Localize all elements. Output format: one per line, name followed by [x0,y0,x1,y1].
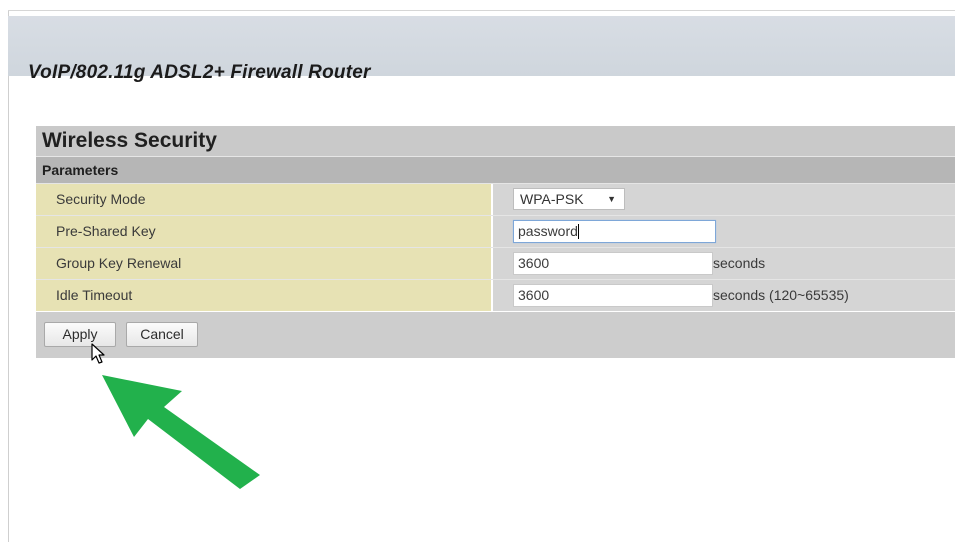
text-caret [577,224,579,239]
idle-timeout-unit: seconds (120~65535) [713,287,849,303]
group-key-renewal-input[interactable]: 3600 [513,252,713,275]
idle-timeout-cell: 3600 seconds (120~65535) [493,280,955,311]
group-key-renewal-cell: 3600 seconds [493,248,955,279]
idle-timeout-label: Idle Timeout [36,280,492,311]
pre-shared-key-input[interactable]: password [513,220,716,243]
panel-title: Wireless Security [36,126,955,156]
group-key-renewal-label: Group Key Renewal [36,248,492,279]
cancel-button[interactable]: Cancel [126,322,198,347]
group-key-renewal-unit: seconds [713,255,766,271]
triangle-down-icon: ▼ [607,194,616,204]
pre-shared-key-label: Pre-Shared Key [36,216,492,247]
group-key-renewal-value: 3600 [518,255,550,271]
idle-timeout-value: 3600 [518,287,550,303]
router-title: VoIP/802.11g ADSL2+ Firewall Router [28,62,371,83]
security-mode-label: Security Mode [36,184,492,215]
security-mode-selected: WPA-PSK [520,191,584,207]
security-mode-select[interactable]: WPA-PSK ▼ [513,188,625,210]
row-group-key-renewal: Group Key Renewal 3600 seconds [36,247,955,279]
security-mode-cell: WPA-PSK ▼ [493,184,955,215]
pre-shared-key-value: password [518,223,578,239]
wireless-security-panel: Wireless Security Parameters Security Mo… [36,126,955,358]
button-bar: Apply Cancel [36,312,955,358]
row-idle-timeout: Idle Timeout 3600 seconds (120~65535) [36,279,955,311]
window-top-strip [8,0,955,11]
row-pre-shared-key: Pre-Shared Key password [36,215,955,247]
green-arrow-icon [102,375,260,489]
parameters-header: Parameters [36,156,955,183]
window-left-border [0,0,9,542]
pre-shared-key-cell: password [493,216,955,247]
idle-timeout-input[interactable]: 3600 [513,284,713,307]
row-security-mode: Security Mode WPA-PSK ▼ [36,183,955,215]
